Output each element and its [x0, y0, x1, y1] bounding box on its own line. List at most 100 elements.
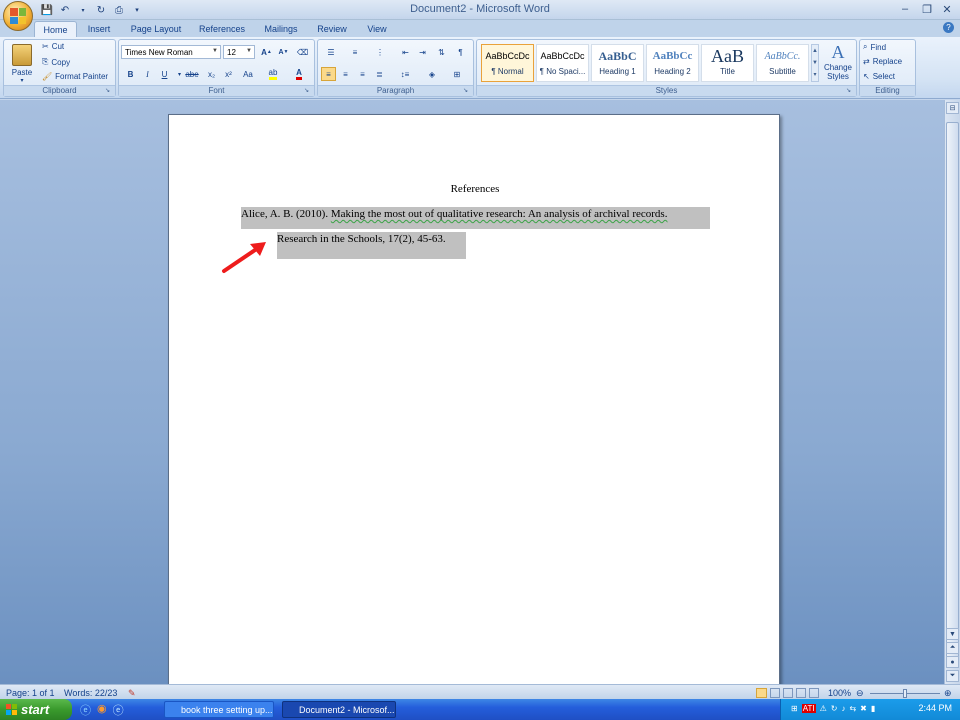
font-name-combo[interactable]: Times New Roman ▼: [121, 45, 221, 59]
grow-font-button[interactable]: A ▲: [259, 45, 274, 59]
taskbar-task-book[interactable]: book three setting up...: [164, 701, 274, 718]
style-heading-1[interactable]: AaBbC Heading 1: [591, 44, 644, 82]
paragraph-launcher-icon[interactable]: ↘: [463, 87, 471, 95]
align-center-icon[interactable]: ≡: [338, 67, 353, 81]
styles-launcher-icon[interactable]: ↘: [846, 87, 854, 95]
connection-icon[interactable]: ⇆: [849, 704, 856, 713]
page-count[interactable]: Page: 1 of 1: [6, 687, 55, 699]
copy-button[interactable]: ⎘ Copy: [42, 57, 70, 67]
full-screen-reading-icon[interactable]: [770, 688, 780, 698]
change-case-button[interactable]: Aa: [238, 67, 258, 81]
style-subtitle[interactable]: AaBbCc. Subtitle: [756, 44, 809, 82]
multilevel-list-icon[interactable]: ⋮: [369, 45, 391, 59]
tab-mailings[interactable]: Mailings: [256, 21, 306, 37]
sort-icon[interactable]: ⇅: [434, 45, 449, 59]
update-icon[interactable]: ↻: [831, 704, 838, 713]
tab-review[interactable]: Review: [310, 21, 354, 37]
underline-button[interactable]: U: [157, 67, 172, 81]
align-left-icon[interactable]: ≡: [321, 67, 336, 81]
find-button[interactable]: ⌕ Find: [863, 42, 886, 52]
scroll-down-icon[interactable]: ▼: [946, 628, 959, 640]
show-formatting-icon[interactable]: ¶: [453, 45, 468, 59]
style-normal[interactable]: AaBbCcDc ¶ Normal: [481, 44, 534, 82]
document-page[interactable]: References Alice, A. B. (2010). Making t…: [168, 114, 780, 714]
shrink-font-button[interactable]: A ▼: [276, 45, 291, 59]
bold-button[interactable]: B: [123, 67, 138, 81]
italic-button[interactable]: I: [140, 67, 155, 81]
select-button[interactable]: ↖ Select: [863, 72, 895, 81]
decrease-indent-icon[interactable]: ⇤: [398, 45, 413, 59]
zoom-out-icon[interactable]: ⊖: [856, 687, 864, 699]
paste-button[interactable]: Paste ▾: [7, 42, 37, 84]
document-area[interactable]: References Alice, A. B. (2010). Making t…: [0, 100, 944, 714]
tab-insert[interactable]: Insert: [80, 21, 118, 37]
tab-page-layout[interactable]: Page Layout: [124, 21, 188, 37]
taskbar-task-document2[interactable]: Document2 - Microsof...: [282, 701, 396, 718]
battery-icon[interactable]: ▮: [871, 704, 875, 713]
outline-icon[interactable]: [796, 688, 806, 698]
style-heading-2[interactable]: AaBbCc Heading 2: [646, 44, 699, 82]
font-color-button[interactable]: A: [289, 67, 309, 81]
justify-icon[interactable]: ≣: [372, 67, 387, 81]
reference-line-1[interactable]: Alice, A. B. (2010). Making the most out…: [241, 207, 710, 229]
clear-formatting-icon[interactable]: ⌫: [295, 45, 310, 59]
line-spacing-icon[interactable]: ↕≡: [394, 67, 416, 81]
browser-icon[interactable]: ⓔ: [113, 702, 124, 718]
reference-line-2[interactable]: Research in the Schools, 17(2), 45-63.: [277, 232, 466, 259]
speaker-icon[interactable]: ♪: [841, 704, 845, 713]
firefox-icon[interactable]: ◉: [97, 702, 107, 718]
proofing-icon[interactable]: ✎: [128, 687, 136, 699]
restore-button[interactable]: ❐: [918, 2, 936, 16]
zoom-slider[interactable]: [870, 687, 940, 699]
font-size-combo[interactable]: 12 ▼: [223, 45, 255, 59]
ati-icon[interactable]: ATI: [801, 704, 816, 713]
zoom-level[interactable]: 100%: [828, 687, 851, 699]
tab-home[interactable]: Home: [34, 21, 77, 37]
scroll-thumb[interactable]: [946, 122, 959, 667]
previous-page-icon[interactable]: ⏶: [946, 642, 959, 654]
format-painter-button[interactable]: 🖌 Format Painter: [42, 72, 108, 81]
shading-icon[interactable]: ◈: [421, 67, 443, 81]
draft-icon[interactable]: [809, 688, 819, 698]
style-title[interactable]: AaB Title: [701, 44, 754, 82]
strikethrough-button[interactable]: abe: [182, 67, 202, 81]
antivirus-icon[interactable]: ✖: [860, 704, 867, 713]
zoom-in-icon[interactable]: ⊕: [944, 687, 952, 699]
style-no-spacing[interactable]: AaBbCcDc ¶ No Spaci...: [536, 44, 589, 82]
copy-icon: ⎘: [42, 57, 49, 66]
replace-button[interactable]: ⇄ Replace: [863, 57, 902, 66]
web-layout-icon[interactable]: [783, 688, 793, 698]
align-right-icon[interactable]: ≡: [355, 67, 370, 81]
bullets-icon[interactable]: ☰: [321, 45, 341, 59]
borders-icon[interactable]: ⊞: [446, 67, 468, 81]
minimize-button[interactable]: –: [896, 2, 914, 16]
superscript-button[interactable]: x²: [221, 67, 236, 81]
clipboard-launcher-icon[interactable]: ↘: [105, 87, 113, 95]
highlight-color-button[interactable]: ab: [263, 67, 283, 81]
help-icon[interactable]: ?: [943, 22, 954, 33]
increase-indent-icon[interactable]: ⇥: [415, 45, 430, 59]
font-launcher-icon[interactable]: ↘: [304, 87, 312, 95]
next-page-icon[interactable]: ⏷: [946, 670, 959, 682]
select-browse-object-icon[interactable]: ●: [946, 656, 959, 668]
cursor-icon: ↖: [863, 72, 870, 81]
security-icon[interactable]: ⚠: [820, 704, 827, 713]
office-button[interactable]: [3, 1, 33, 31]
subscript-button[interactable]: x₂: [204, 67, 219, 81]
cut-button[interactable]: ✂ Cut: [42, 42, 64, 51]
vertical-scrollbar[interactable]: ⊟ ▼ ⏶ ● ⏷: [944, 100, 960, 684]
word-count[interactable]: Words: 22/23: [64, 687, 117, 699]
styles-scroll-icon[interactable]: ▲ ▼ ▾: [811, 44, 819, 82]
numbering-icon[interactable]: ≡: [345, 45, 365, 59]
tab-view[interactable]: View: [358, 21, 396, 37]
change-styles-button[interactable]: A Change Styles: [820, 42, 856, 86]
start-button[interactable]: start: [0, 699, 72, 720]
ruler-toggle-icon[interactable]: ⊟: [946, 102, 959, 114]
style-name: Heading 1: [599, 67, 636, 76]
zoom-slider-thumb[interactable]: [903, 688, 907, 698]
network-icon[interactable]: ⊞: [791, 704, 798, 713]
tab-references[interactable]: References: [192, 21, 252, 37]
ie-icon[interactable]: ⓔ: [80, 702, 91, 718]
close-button[interactable]: ✕: [938, 2, 956, 16]
print-layout-icon[interactable]: [756, 688, 767, 698]
